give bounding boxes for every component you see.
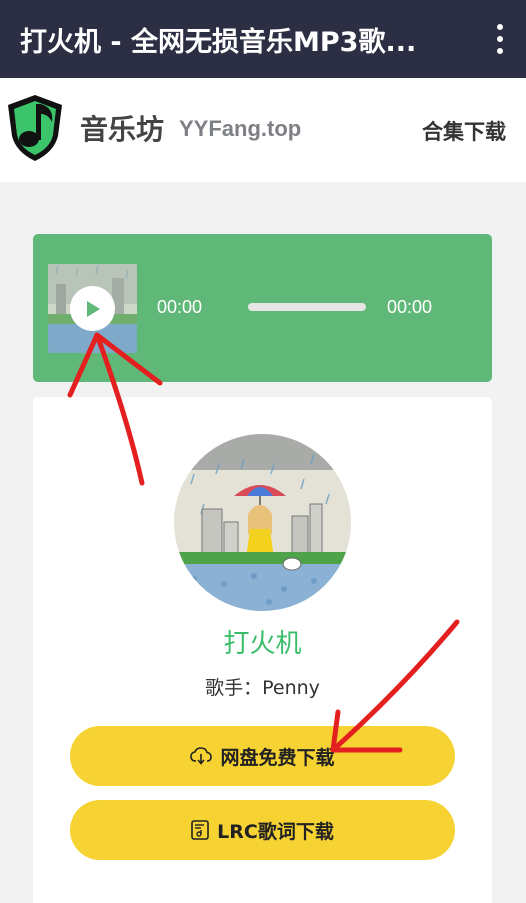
lrc-download-button[interactable]: LRC歌词下载 — [70, 800, 455, 860]
audio-player: 00:00 00:00 — [33, 234, 492, 382]
play-icon — [86, 300, 100, 317]
kebab-menu-icon[interactable] — [496, 24, 504, 54]
play-button[interactable] — [70, 286, 115, 331]
cloud-download-label: 网盘免费下载 — [220, 746, 335, 769]
lyrics-file-icon — [191, 820, 209, 840]
artist-line: 歌手：Penny — [205, 677, 320, 699]
cloud-download-icon — [190, 747, 213, 765]
app-title-bar: 打火机 - 全网无损音乐MP3歌... — [0, 0, 526, 78]
page-title: 打火机 - 全网无损音乐MP3歌... — [20, 26, 417, 58]
progress-bar[interactable] — [248, 303, 366, 311]
lrc-download-label: LRC歌词下载 — [217, 820, 334, 843]
current-time: 00:00 — [157, 297, 203, 317]
player-album-thumbnail — [48, 264, 137, 353]
site-header: 音乐坊 YYFang.top 合集下载 — [0, 78, 526, 182]
song-card: 打火机 歌手：Penny 网盘免费下载 LRC歌词下载 — [33, 397, 492, 903]
site-domain[interactable]: YYFang.top — [179, 116, 301, 142]
song-title: 打火机 — [223, 629, 302, 659]
collection-download-link[interactable]: 合集下载 — [422, 116, 506, 146]
site-name[interactable]: 音乐坊 — [80, 108, 164, 148]
music-note-shield-logo[interactable] — [4, 92, 66, 164]
cloud-download-button[interactable]: 网盘免费下载 — [70, 726, 455, 786]
duration-time: 00:00 — [387, 297, 433, 317]
album-cover — [174, 434, 351, 611]
